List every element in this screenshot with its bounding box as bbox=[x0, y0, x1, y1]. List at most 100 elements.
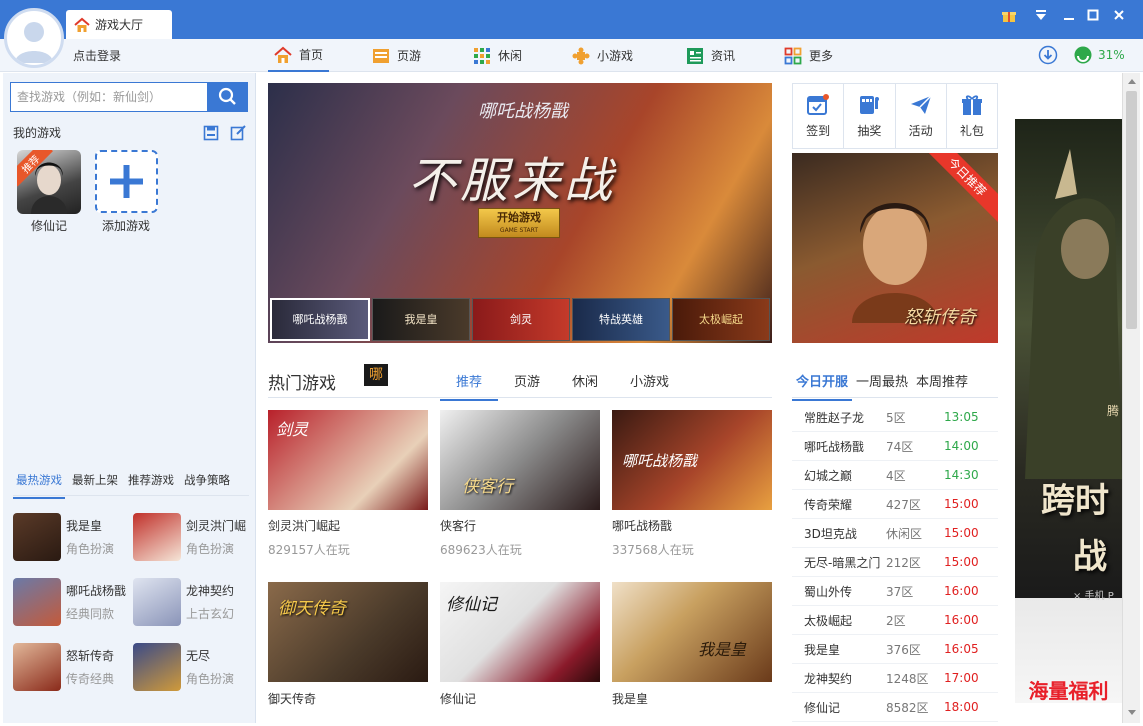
hot-game-name[interactable]: 无尽 bbox=[186, 647, 210, 664]
ad-subtext: × 手机 P bbox=[1073, 591, 1114, 602]
quick-lottery[interactable]: 抽奖 bbox=[844, 84, 896, 148]
game-card-name[interactable]: 御天传奇 bbox=[268, 690, 316, 707]
server-game-name[interactable]: 我是皇 bbox=[792, 641, 886, 658]
server-game-name[interactable]: 无尽-暗黑之门 bbox=[792, 554, 886, 571]
tab-web-games[interactable]: 页游 bbox=[498, 363, 556, 401]
hot-game-name[interactable]: 怒斩传奇 bbox=[66, 647, 114, 664]
hot-game-genre: 经典同款 bbox=[66, 607, 115, 621]
avatar[interactable] bbox=[4, 8, 64, 68]
server-row[interactable]: 修仙记 8582区 18:00 bbox=[792, 693, 998, 722]
hot-game-thumb[interactable] bbox=[133, 513, 181, 561]
hot-game-name[interactable]: 剑灵洪门崛 bbox=[186, 517, 246, 534]
server-row[interactable]: 无尽-暗黑之门 212区 15:00 bbox=[792, 548, 998, 577]
banner-thumb[interactable]: 哪吒战杨戬 bbox=[270, 298, 370, 341]
nav-more-label: 更多 bbox=[809, 49, 834, 63]
side-advertisement[interactable]: 腾 跨时 战 × 手机 P 海量福利 bbox=[1015, 119, 1122, 703]
server-game-name[interactable]: 常胜赵子龙 bbox=[792, 409, 886, 426]
quick-lottery-label: 抽奖 bbox=[857, 123, 882, 138]
server-row[interactable]: 幻城之巅 4区 14:30 bbox=[792, 461, 998, 490]
hot-game-thumb[interactable] bbox=[13, 643, 61, 691]
nav-more[interactable]: 更多 bbox=[784, 39, 833, 72]
banner-thumb-label: 我是皇 bbox=[404, 313, 438, 326]
game-card-name[interactable]: 修仙记 bbox=[440, 690, 476, 707]
server-row[interactable]: 常胜赵子龙 5区 13:05 bbox=[792, 403, 998, 432]
tab-today-servers[interactable]: 今日开服 bbox=[792, 363, 853, 401]
tab-mini-games[interactable]: 小游戏 bbox=[614, 363, 685, 401]
hot-game-thumb[interactable] bbox=[13, 513, 61, 561]
hot-game-thumb[interactable] bbox=[133, 643, 181, 691]
game-card-image[interactable]: 剑灵 bbox=[268, 410, 428, 510]
save-icon[interactable] bbox=[203, 125, 219, 141]
nav-home[interactable]: 首页 bbox=[268, 39, 330, 72]
scroll-down-icon[interactable] bbox=[1127, 709, 1137, 717]
menu-icon[interactable] bbox=[1030, 8, 1052, 28]
nav-mini-games[interactable]: 小游戏 bbox=[572, 39, 633, 72]
tab-casual[interactable]: 休闲 bbox=[556, 363, 614, 401]
tab-title-label: 游戏大厅 bbox=[95, 18, 144, 32]
banner-thumb[interactable]: 我是皇 bbox=[372, 298, 470, 341]
add-game-button[interactable] bbox=[95, 150, 158, 213]
quick-gift[interactable]: 礼包 bbox=[947, 84, 997, 148]
hot-game-name[interactable]: 哪吒战杨戬 bbox=[66, 582, 126, 599]
hot-game-name[interactable]: 龙神契约 bbox=[186, 582, 234, 599]
tab-recommend[interactable]: 推荐 bbox=[440, 363, 499, 401]
game-card-image[interactable]: 侠客行 bbox=[440, 410, 600, 510]
close-icon[interactable] bbox=[1108, 8, 1130, 28]
tab-week-recommend[interactable]: 本周推荐 bbox=[912, 363, 972, 401]
banner-thumb[interactable]: 太极崛起 bbox=[672, 298, 770, 341]
server-row[interactable]: 传奇荣耀 427区 15:00 bbox=[792, 490, 998, 519]
scroll-up-icon[interactable] bbox=[1127, 77, 1137, 85]
server-game-name[interactable]: 龙神契约 bbox=[792, 670, 886, 687]
server-game-name[interactable]: 3D坦克战 bbox=[792, 525, 886, 542]
quick-sign-in[interactable]: 签到 bbox=[793, 84, 845, 148]
server-row[interactable]: 3D坦克战 休闲区 15:00 bbox=[792, 519, 998, 548]
server-game-name[interactable]: 蜀山外传 bbox=[792, 583, 886, 600]
minimize-icon[interactable] bbox=[1058, 8, 1080, 28]
tab-game-hall[interactable]: 游戏大厅 bbox=[66, 10, 172, 39]
hot-game-thumb[interactable] bbox=[133, 578, 181, 626]
server-game-name[interactable]: 哪吒战杨戬 bbox=[792, 438, 886, 455]
nav-news[interactable]: 资讯 bbox=[686, 39, 735, 72]
scrollbar-thumb[interactable] bbox=[1126, 91, 1137, 329]
search-button[interactable] bbox=[208, 82, 248, 112]
game-card-image[interactable]: 御天传奇 bbox=[268, 582, 428, 682]
game-card-image[interactable]: 修仙记 bbox=[440, 582, 600, 682]
edit-icon[interactable] bbox=[230, 124, 247, 141]
today-recommend-promo[interactable]: 今日推荐 怒斩传奇 bbox=[792, 153, 998, 343]
server-row[interactable]: 蜀山外传 37区 16:00 bbox=[792, 577, 998, 606]
nav-web-games[interactable]: 页游 bbox=[372, 39, 421, 72]
gift-icon[interactable] bbox=[998, 8, 1020, 28]
server-open-time: 16:00 bbox=[944, 613, 979, 627]
banner-thumb[interactable]: 剑灵 bbox=[472, 298, 570, 341]
speed-indicator[interactable]: 31% bbox=[1073, 45, 1125, 65]
server-game-name[interactable]: 修仙记 bbox=[792, 699, 886, 716]
maximize-icon[interactable] bbox=[1082, 8, 1104, 28]
game-card-name[interactable]: 哪吒战杨戬 bbox=[612, 517, 672, 534]
hot-game-name[interactable]: 我是皇 bbox=[66, 517, 102, 534]
login-link[interactable]: 点击登录 bbox=[73, 47, 121, 64]
my-game-tile[interactable]: 推荐 bbox=[17, 150, 81, 214]
scrollbar[interactable] bbox=[1122, 73, 1140, 723]
search-input[interactable]: 查找游戏（例如：新仙剑） bbox=[10, 82, 208, 112]
banner-thumb[interactable]: 特战英雄 bbox=[572, 298, 670, 341]
hot-game-thumb[interactable] bbox=[13, 578, 61, 626]
download-button[interactable] bbox=[1038, 45, 1058, 65]
server-row[interactable]: 龙神契约 1248区 17:00 bbox=[792, 664, 998, 693]
tab-week-hottest[interactable]: 一周最热 bbox=[852, 363, 912, 401]
banner-start-button[interactable]: 开始游戏 GAME START bbox=[478, 208, 560, 238]
server-game-name[interactable]: 太极崛起 bbox=[792, 612, 886, 629]
nav-casual[interactable]: 休闲 bbox=[473, 39, 522, 72]
server-row[interactable]: 我是皇 376区 16:05 bbox=[792, 635, 998, 664]
game-card-name[interactable]: 剑灵洪门崛起 bbox=[268, 517, 340, 534]
game-card-image[interactable]: 我是皇 bbox=[612, 582, 772, 682]
server-game-name[interactable]: 幻城之巅 bbox=[792, 467, 886, 484]
game-card-name[interactable]: 我是皇 bbox=[612, 690, 648, 707]
game-card-image[interactable]: 哪吒战杨戬 bbox=[612, 410, 772, 510]
user-silhouette-icon bbox=[15, 22, 53, 63]
game-card-name[interactable]: 侠客行 bbox=[440, 517, 476, 534]
quick-events[interactable]: 活动 bbox=[896, 84, 947, 148]
server-row[interactable]: 太极崛起 2区 16:00 bbox=[792, 606, 998, 635]
game-card-logo: 哪吒战杨戬 bbox=[622, 452, 698, 470]
server-row[interactable]: 哪吒战杨戬 74区 14:00 bbox=[792, 432, 998, 461]
server-game-name[interactable]: 传奇荣耀 bbox=[792, 496, 886, 513]
